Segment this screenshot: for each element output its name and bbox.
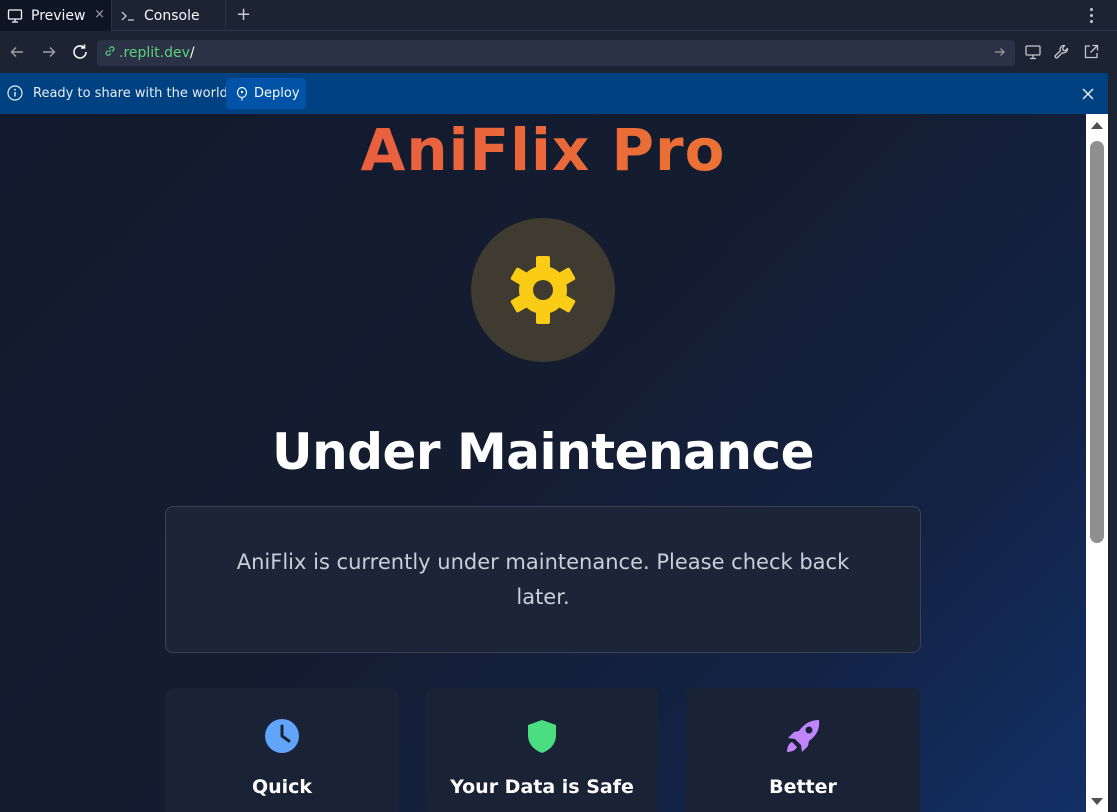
forward-icon[interactable] [39, 42, 59, 62]
devices-icon[interactable] [1024, 43, 1042, 61]
deploy-label: Deploy [254, 86, 300, 101]
tab-bar: Preview × Console + [0, 0, 1117, 31]
feature-title: Your Data is Safe [450, 776, 634, 798]
clock-icon [165, 718, 399, 754]
tab-console[interactable]: Console [113, 0, 226, 31]
scroll-up-arrow-icon[interactable] [1089, 117, 1105, 136]
url-input[interactable]: .replit.dev / [97, 40, 1015, 66]
close-tab-icon[interactable]: × [94, 8, 105, 22]
site-logo[interactable]: AniFlix Pro [0, 114, 1086, 186]
window-edge [1108, 73, 1117, 812]
url-domain: .replit.dev [119, 45, 190, 61]
link-icon [103, 44, 117, 62]
vertical-scrollbar[interactable] [1086, 114, 1108, 812]
reload-icon[interactable] [70, 42, 90, 62]
feature-title: Better [769, 776, 837, 798]
info-icon [7, 85, 23, 105]
rocket-icon [686, 718, 920, 754]
deploy-button[interactable]: Deploy [226, 78, 306, 109]
deploy-banner: Ready to share with the world? Deploy [0, 73, 1108, 114]
monitor-icon [7, 8, 23, 24]
url-path: / [189, 45, 195, 61]
go-arrow-icon[interactable] [993, 45, 1007, 63]
maintenance-message-card: AniFlix is currently under maintenance. … [165, 506, 921, 653]
feature-card-quick: Quick [165, 688, 399, 812]
close-icon[interactable] [1081, 86, 1095, 105]
banner-text: Ready to share with the world? [33, 86, 235, 101]
feature-card-data-safe: Your Data is Safe [425, 688, 659, 812]
url-bar: .replit.dev / [0, 31, 1117, 73]
new-tab-button[interactable]: + [236, 4, 251, 25]
tab-label: Preview [31, 7, 86, 24]
back-icon[interactable] [7, 42, 27, 62]
feature-title: Quick [251, 776, 313, 798]
preview-viewport: AniFlix Pro Under Maintenance AniFlix is… [0, 114, 1086, 812]
gear-badge [471, 218, 615, 362]
gear-icon [510, 256, 576, 324]
more-options-icon[interactable] [1084, 5, 1098, 25]
shield-icon [425, 718, 659, 754]
balloon-icon [236, 86, 248, 100]
maintenance-message: AniFlix is currently under maintenance. … [236, 549, 850, 609]
feature-card-better: Better [686, 688, 920, 812]
terminal-icon [120, 8, 136, 24]
wrench-icon[interactable] [1053, 43, 1071, 61]
page-heading: Under Maintenance [272, 423, 815, 481]
open-external-icon[interactable] [1082, 43, 1100, 61]
scrollbar-thumb[interactable] [1090, 141, 1104, 543]
scroll-down-arrow-icon[interactable] [1089, 794, 1105, 812]
tab-preview[interactable]: Preview × [0, 0, 112, 31]
tab-label: Console [144, 7, 200, 24]
